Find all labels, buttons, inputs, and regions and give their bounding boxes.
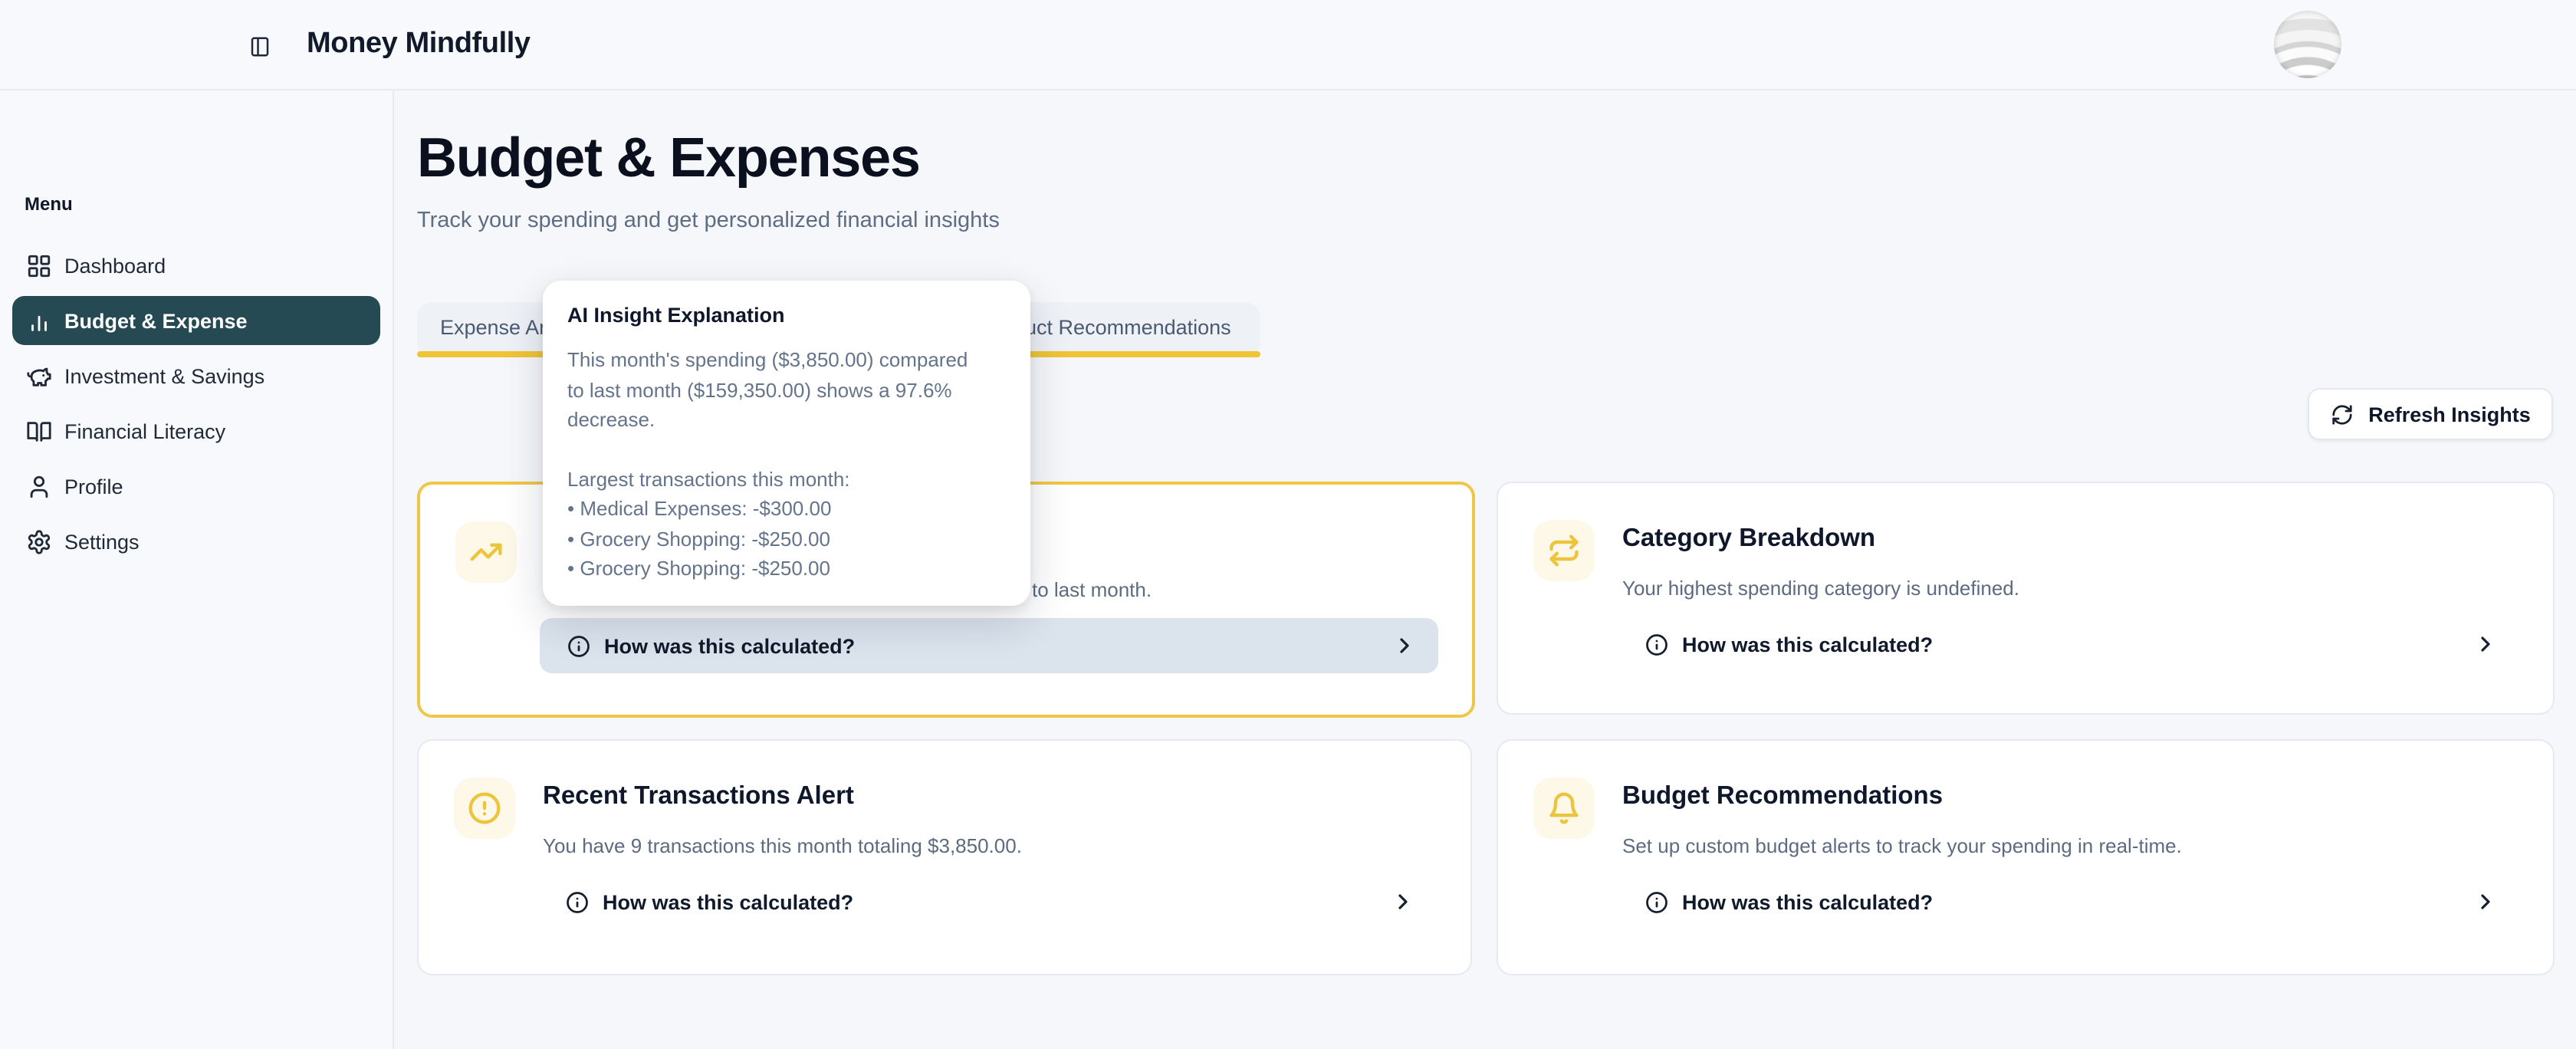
sidebar-item-label: Investment & Savings	[64, 364, 264, 387]
gear-icon	[26, 528, 52, 554]
card-title: Category Breakdown	[1622, 524, 1875, 554]
info-icon	[1645, 633, 1668, 656]
how-calculated-label: How was this calculated?	[1682, 890, 1933, 913]
bar-chart-icon	[26, 307, 52, 334]
how-calculated-label: How was this calculated?	[603, 890, 853, 913]
app-title: Money Mindfully	[307, 0, 531, 89]
info-icon	[1645, 890, 1668, 913]
insight-card-budget-recommendations: Budget Recommendations Set up custom bud…	[1497, 739, 2555, 975]
chevron-right-icon	[2473, 890, 2498, 914]
alert-circle-icon	[468, 791, 501, 825]
card-icon-badge	[1533, 778, 1595, 839]
piggy-bank-icon	[26, 363, 52, 389]
how-calculated-button[interactable]: How was this calculated?	[538, 874, 1437, 929]
sidebar-item-budget-expense[interactable]: Budget & Expense	[12, 296, 380, 345]
card-subtitle-visible-fragment: to last month.	[1032, 578, 1152, 601]
insight-card-category-breakdown: Category Breakdown Your highest spending…	[1497, 482, 2555, 715]
chevron-right-icon	[2473, 632, 2498, 656]
card-title: Budget Recommendations	[1622, 782, 1943, 811]
card-subtitle: Set up custom budget alerts to track you…	[1622, 834, 2182, 857]
sidebar-item-financial-literacy[interactable]: Financial Literacy	[12, 406, 380, 455]
refresh-insights-button[interactable]: Refresh Insights	[2308, 388, 2553, 440]
book-open-icon	[26, 418, 52, 444]
card-icon-badge	[454, 778, 515, 839]
sidebar-toggle-button[interactable]	[242, 29, 276, 63]
trending-up-icon	[469, 535, 503, 569]
how-calculated-button[interactable]: How was this calculated?	[1618, 874, 2519, 929]
how-calculated-label: How was this calculated?	[604, 634, 855, 657]
page-title: Budget & Expenses	[417, 126, 920, 190]
sidebar-item-profile[interactable]: Profile	[12, 462, 380, 511]
sidebar-item-label: Profile	[64, 475, 123, 498]
sidebar-item-investment-savings[interactable]: Investment & Savings	[12, 351, 380, 400]
sidebar-item-label: Budget & Expense	[64, 309, 248, 332]
user-icon	[26, 473, 52, 499]
tooltip-title: AI Insight Explanation	[567, 304, 1006, 327]
sidebar-item-label: Dashboard	[64, 254, 166, 277]
sidebar-item-settings[interactable]: Settings	[12, 517, 380, 566]
dashboard-grid-icon	[26, 252, 52, 278]
card-subtitle: You have 9 transactions this month total…	[543, 834, 1022, 857]
card-icon-badge	[455, 521, 517, 583]
avatar[interactable]	[2274, 11, 2341, 78]
insight-card-recent-transactions: Recent Transactions Alert You have 9 tra…	[417, 739, 1472, 975]
how-calculated-button[interactable]: How was this calculated?	[1618, 617, 2519, 672]
sidebar-item-label: Financial Literacy	[64, 419, 225, 442]
card-subtitle: Your highest spending category is undefi…	[1622, 577, 2019, 600]
info-icon	[567, 634, 590, 657]
how-calculated-label: How was this calculated?	[1682, 633, 1933, 656]
chevron-right-icon	[1391, 890, 1415, 914]
app-root: Money Mindfully Menu Dashboard Budget & …	[0, 0, 2576, 1049]
how-calculated-button[interactable]: How was this calculated?	[540, 618, 1438, 673]
sidebar-item-label: Settings	[64, 530, 140, 553]
refresh-icon	[2330, 403, 2353, 426]
card-icon-badge	[1533, 520, 1595, 581]
panel-left-icon	[248, 35, 271, 58]
sidebar-section-label: Menu	[25, 193, 73, 215]
chevron-right-icon	[1392, 633, 1417, 658]
ai-insight-tooltip: AI Insight Explanation This month's spen…	[543, 281, 1030, 605]
sidebar-item-dashboard[interactable]: Dashboard	[12, 241, 380, 290]
app-header: Money Mindfully	[0, 0, 2576, 90]
refresh-button-label: Refresh Insights	[2368, 403, 2531, 426]
tooltip-body-largest-transactions: Largest transactions this month: • Medic…	[567, 464, 1006, 584]
page-subtitle: Track your spending and get personalized…	[417, 209, 1000, 233]
bell-icon	[1547, 791, 1581, 825]
card-title: Recent Transactions Alert	[543, 782, 854, 811]
tooltip-body-comparison: This month's spending ($3,850.00) compar…	[567, 345, 1006, 435]
sidebar: Menu Dashboard Budget & Expense	[0, 89, 394, 1049]
info-icon	[566, 890, 589, 913]
repeat-icon	[1547, 534, 1581, 567]
